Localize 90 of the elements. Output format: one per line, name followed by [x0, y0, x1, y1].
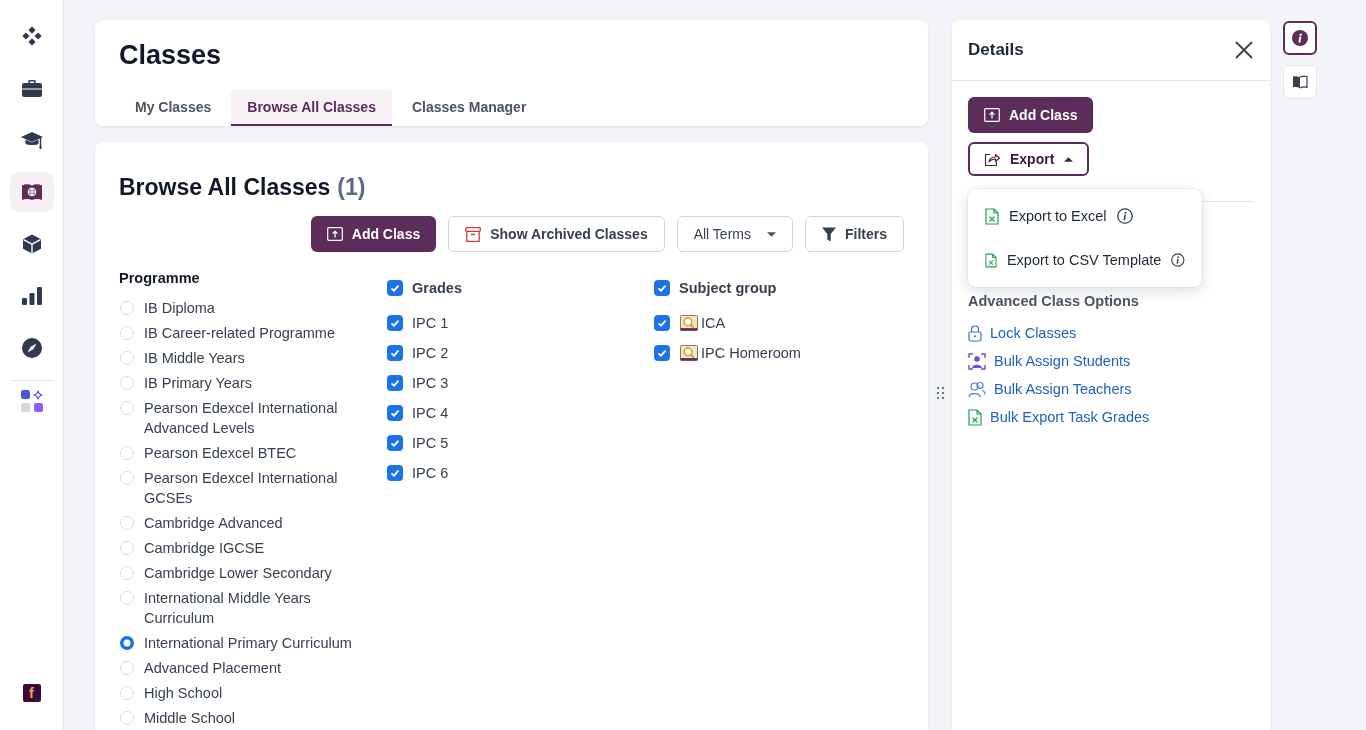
diamond-grid-icon — [21, 26, 42, 46]
option-label: IPC 2 — [412, 344, 449, 363]
option-label: International Primary Curriculum — [144, 634, 352, 653]
two-people-icon — [968, 380, 986, 398]
checkbox[interactable] — [387, 280, 403, 296]
app-logo[interactable]: f — [22, 684, 41, 702]
menu-item[interactable]: Export to Excel — [968, 194, 1202, 238]
group-heading: Grades — [412, 279, 462, 298]
option-label: Advanced Placement — [144, 659, 282, 678]
checkbox[interactable] — [387, 435, 403, 451]
option-label: Middle School — [144, 709, 236, 728]
tab[interactable]: Browse All Classes — [231, 90, 392, 126]
caret-down-icon — [767, 231, 776, 237]
magnifier-tile-icon — [680, 315, 698, 331]
result-count: (1) — [337, 173, 366, 202]
spreadsheet-file-icon — [968, 408, 982, 426]
checkbox[interactable] — [387, 345, 403, 361]
share-arrow-icon — [984, 151, 1000, 167]
option-label: IPC 3 — [412, 374, 449, 393]
option-label: IB Primary Years — [144, 374, 252, 393]
upload-board-icon — [326, 227, 343, 241]
group-heading: Subject group — [679, 279, 777, 298]
option-label: Cambridge Lower Secondary — [144, 564, 332, 583]
filters-button[interactable]: Filters — [805, 216, 904, 252]
spreadsheet-file-icon — [985, 251, 997, 269]
action-link[interactable]: Bulk Assign Students — [968, 351, 1150, 371]
export-button[interactable]: Export — [968, 142, 1090, 176]
book-icon — [1292, 75, 1308, 89]
section-heading: Advanced Class Options — [968, 292, 1139, 311]
briefcase-icon — [21, 79, 42, 97]
option-label: IPC 5 — [412, 434, 449, 453]
panel-title: Details — [968, 40, 1024, 60]
option-label: Cambridge Advanced — [144, 514, 283, 533]
info-panel-button[interactable] — [1283, 21, 1317, 55]
action-link[interactable]: Bulk Export Task Grades — [968, 407, 1150, 427]
tab[interactable]: Classes Manager — [395, 90, 543, 126]
drag-handle-icon[interactable] — [936, 387, 944, 399]
checkbox[interactable] — [387, 375, 403, 391]
bar-chart-icon — [21, 287, 42, 305]
upload-board-icon — [984, 108, 1000, 122]
compass-icon — [21, 338, 42, 358]
show-archived-button[interactable]: Show Archived Classes — [448, 216, 665, 252]
filter-icon — [822, 226, 836, 242]
apps-grid-icon — [20, 390, 43, 412]
group-heading: Programme — [119, 269, 201, 288]
menu-item[interactable]: Export to CSV Template — [968, 238, 1202, 282]
option-label: IB Diploma — [144, 299, 215, 318]
section-title: Browse All Classes — [119, 173, 331, 202]
option-label: IB Middle Years — [144, 349, 245, 368]
radio-button[interactable] — [120, 636, 134, 650]
tab[interactable]: My Classes — [119, 90, 228, 126]
spreadsheet-file-icon — [985, 207, 999, 225]
page-title: Classes — [119, 39, 223, 72]
option-label: IPC Homeroom — [701, 344, 801, 363]
term-select[interactable]: All Terms — [676, 216, 793, 252]
book-globe-icon — [21, 183, 42, 201]
checkbox[interactable] — [387, 405, 403, 421]
option-label: Pearson Edexcel International Advanced Levels — [144, 399, 339, 438]
add-class-button[interactable]: Add Class — [968, 97, 1094, 133]
option-label: IPC 6 — [412, 464, 449, 483]
action-link[interactable]: Lock Classes — [968, 323, 1150, 343]
close-icon[interactable] — [1235, 41, 1253, 59]
option-label: Pearson Edexcel International GCSEs — [144, 469, 339, 508]
caret-up-icon — [1064, 156, 1074, 162]
option-label: IPC 4 — [412, 404, 449, 423]
add-class-button[interactable]: Add Class — [310, 216, 437, 252]
cube-icon — [21, 234, 42, 254]
lock-icon — [968, 324, 982, 342]
option-label: High School — [144, 684, 223, 703]
option-label: ICA — [701, 314, 726, 333]
book-panel-button[interactable] — [1283, 65, 1317, 99]
action-link[interactable]: Bulk Assign Teachers — [968, 379, 1150, 399]
option-label: International Middle Years Curriculum — [144, 589, 312, 628]
option-label: Cambridge IGCSE — [144, 539, 265, 558]
info-icon — [1292, 30, 1308, 46]
nav-button[interactable] — [9, 172, 54, 212]
person-frame-icon — [968, 352, 986, 370]
checkbox[interactable] — [654, 345, 670, 361]
magnifier-tile-icon — [680, 345, 698, 361]
info-icon — [1116, 208, 1133, 224]
checkbox[interactable] — [654, 315, 670, 331]
option-label: IB Career-related Programme — [144, 324, 335, 343]
info-icon — [1171, 252, 1185, 268]
option-label: Pearson Edexcel BTEC — [144, 444, 297, 463]
graduation-cap-icon — [20, 131, 43, 149]
option-label: IPC 1 — [412, 314, 449, 333]
checkbox[interactable] — [387, 465, 403, 481]
archive-box-icon — [465, 226, 482, 242]
checkbox[interactable] — [654, 280, 670, 296]
checkbox[interactable] — [387, 315, 403, 331]
